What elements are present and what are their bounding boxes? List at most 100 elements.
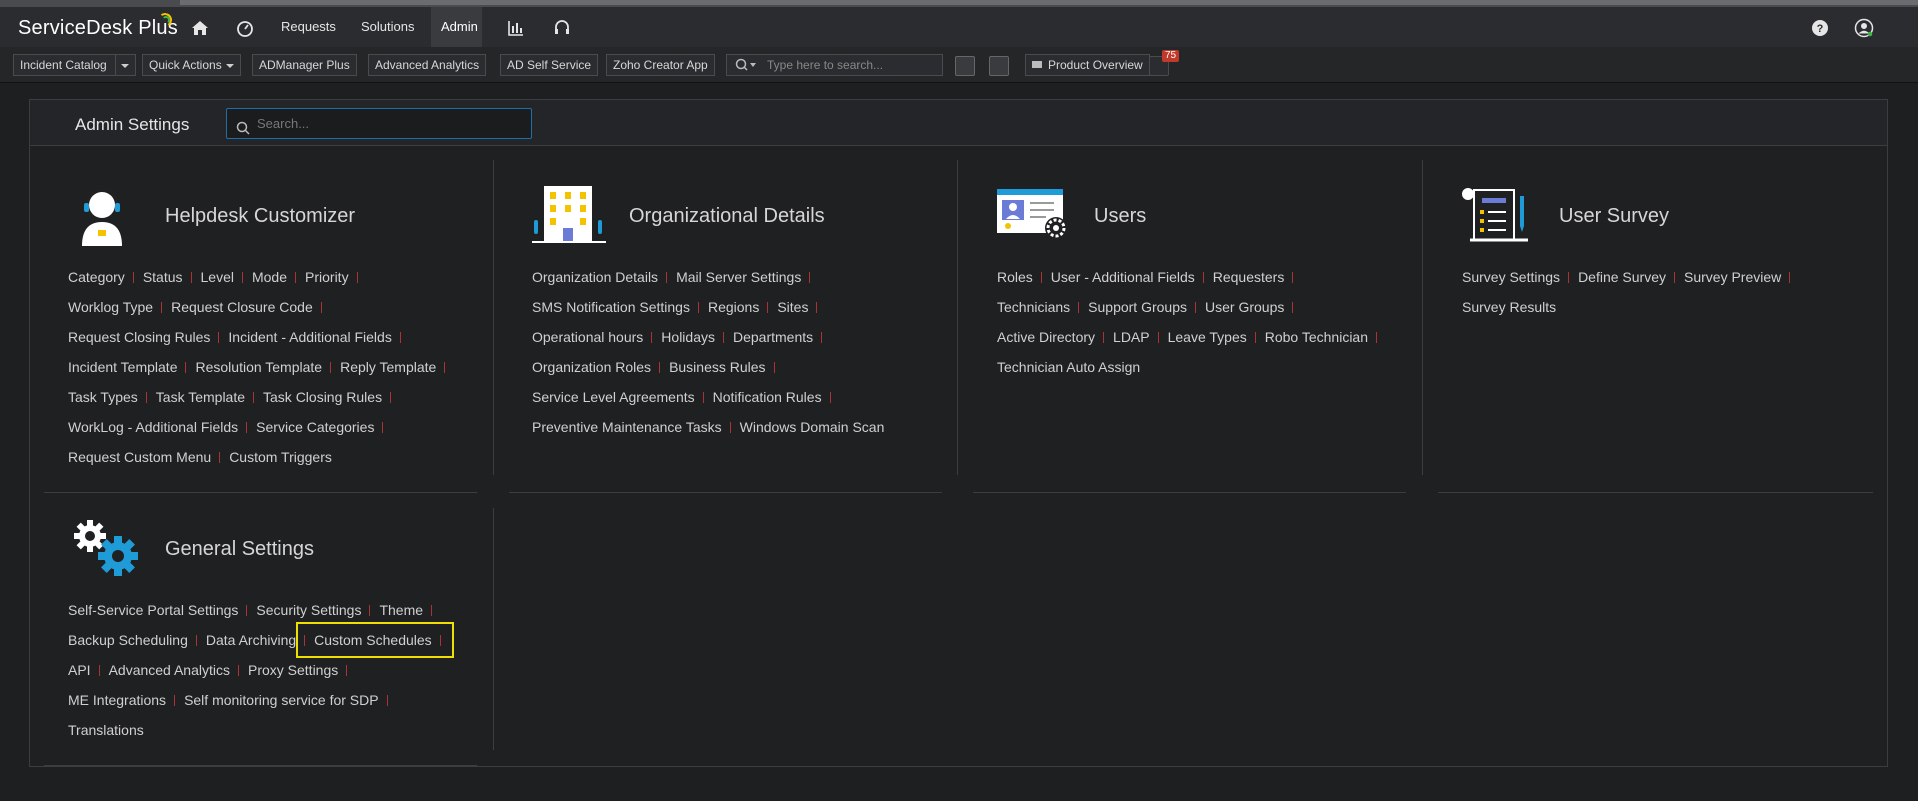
link-notification-rules[interactable]: Notification Rules	[713, 382, 822, 412]
link-regions[interactable]: Regions	[708, 292, 759, 322]
link-windows-domain-scan[interactable]: Windows Domain Scan	[740, 412, 885, 442]
global-search-input[interactable]: Type here to search...	[726, 54, 943, 76]
link-resolution-template[interactable]: Resolution Template	[195, 352, 322, 382]
link-task-closing-rules[interactable]: Task Closing Rules	[263, 382, 382, 412]
column-divider	[1422, 160, 1423, 475]
link-backup-scheduling[interactable]: Backup Scheduling	[68, 625, 188, 655]
link-active-directory[interactable]: Active Directory	[997, 322, 1095, 352]
link-priority[interactable]: Priority	[305, 262, 349, 292]
link-row: Category Status Level Mode Priority	[68, 262, 454, 292]
link-row: Operational hours Holidays Departments	[532, 322, 884, 352]
app-logo[interactable]: ServiceDesk Plus	[18, 17, 178, 40]
link-worklog-additional-fields[interactable]: WorkLog - Additional Fields	[68, 412, 238, 442]
link-sites[interactable]: Sites	[777, 292, 808, 322]
user-icon[interactable]	[1852, 16, 1876, 40]
link-technician-auto-assign[interactable]: Technician Auto Assign	[997, 352, 1140, 382]
link-separator	[218, 331, 220, 343]
link-custom-triggers[interactable]: Custom Triggers	[229, 442, 332, 472]
link-mail-server-settings[interactable]: Mail Server Settings	[676, 262, 801, 292]
speedometer-icon[interactable]	[233, 16, 257, 40]
link-operational-hours[interactable]: Operational hours	[532, 322, 643, 352]
link-advanced-analytics[interactable]: Advanced Analytics	[109, 655, 230, 685]
link-survey-settings[interactable]: Survey Settings	[1462, 262, 1560, 292]
link-preventive-maintenance-tasks[interactable]: Preventive Maintenance Tasks	[532, 412, 722, 442]
chevron-down-icon[interactable]	[114, 55, 135, 75]
link-security-settings[interactable]: Security Settings	[256, 595, 361, 625]
link-departments[interactable]: Departments	[733, 322, 813, 352]
link-self-service-portal-settings[interactable]: Self-Service Portal Settings	[68, 595, 238, 625]
link-requesters[interactable]: Requesters	[1213, 262, 1285, 292]
link-api[interactable]: API	[68, 655, 91, 685]
link-translations[interactable]: Translations	[68, 715, 144, 745]
link-ldap[interactable]: LDAP	[1113, 322, 1150, 352]
link-task-template[interactable]: Task Template	[156, 382, 245, 412]
link-incident-additional-fields[interactable]: Incident - Additional Fields	[228, 322, 391, 352]
link-worklog-type[interactable]: Worklog Type	[68, 292, 153, 322]
column-divider	[957, 160, 958, 475]
ad-self-service-button[interactable]: AD Self Service	[500, 54, 599, 76]
link-service-level-agreements[interactable]: Service Level Agreements	[532, 382, 695, 412]
helpdesk-links: Category Status Level Mode Priority Worklog …	[68, 262, 454, 472]
link-user-additional-fields[interactable]: User - Additional Fields	[1051, 262, 1195, 292]
product-overview-button[interactable]: Product Overview	[1025, 54, 1150, 76]
link-incident-template[interactable]: Incident Template	[68, 352, 177, 382]
link-support-groups[interactable]: Support Groups	[1088, 292, 1187, 322]
quick-toolbar: Incident Catalog Quick Actions ADManager…	[0, 47, 1918, 83]
zoho-creator-button[interactable]: Zoho Creator App	[606, 54, 715, 76]
quick-actions-button[interactable]: Quick Actions	[142, 54, 241, 76]
link-me-integrations[interactable]: ME Integrations	[68, 685, 166, 715]
admin-search-input[interactable]: Search...	[226, 108, 532, 139]
helpdesk-agent-icon	[74, 188, 130, 251]
row-divider	[973, 492, 1406, 493]
link-data-archiving[interactable]: Data Archiving	[206, 625, 296, 655]
link-survey-preview[interactable]: Survey Preview	[1684, 262, 1781, 292]
link-mode[interactable]: Mode	[252, 262, 287, 292]
link-business-rules[interactable]: Business Rules	[669, 352, 766, 382]
link-sms-notification-settings[interactable]: SMS Notification Settings	[532, 292, 690, 322]
link-request-closure-code[interactable]: Request Closure Code	[171, 292, 313, 322]
link-status[interactable]: Status	[143, 262, 183, 292]
link-row: Survey Results	[1462, 292, 1799, 322]
chevron-down-icon	[225, 63, 234, 68]
link-separator	[295, 271, 297, 283]
bar-chart-icon[interactable]	[504, 16, 528, 40]
help-icon[interactable]: ?	[1808, 16, 1832, 40]
link-define-survey[interactable]: Define Survey	[1578, 262, 1666, 292]
link-request-closing-rules[interactable]: Request Closing Rules	[68, 322, 210, 352]
link-organization-details[interactable]: Organization Details	[532, 262, 658, 292]
link-roles[interactable]: Roles	[997, 262, 1033, 292]
nav-solutions[interactable]: Solutions	[351, 7, 424, 47]
link-task-types[interactable]: Task Types	[68, 382, 138, 412]
link-reply-template[interactable]: Reply Template	[340, 352, 436, 382]
link-service-categories[interactable]: Service Categories	[256, 412, 374, 442]
admanager-button[interactable]: ADManager Plus	[252, 54, 357, 76]
link-survey-results[interactable]: Survey Results	[1462, 292, 1556, 322]
headset-icon[interactable]	[550, 16, 574, 40]
link-self-monitoring-service[interactable]: Self monitoring service for SDP	[184, 685, 379, 715]
nav-requests[interactable]: Requests	[271, 7, 346, 47]
link-theme[interactable]: Theme	[379, 595, 423, 625]
link-request-custom-menu[interactable]: Request Custom Menu	[68, 442, 211, 472]
link-level[interactable]: Level	[201, 262, 234, 292]
link-separator	[1292, 271, 1294, 283]
advanced-analytics-button[interactable]: Advanced Analytics	[368, 54, 487, 76]
bell-icon[interactable]	[989, 56, 1009, 76]
global-search-placeholder: Type here to search...	[767, 58, 884, 72]
history-icon[interactable]	[955, 56, 975, 76]
link-separator	[816, 301, 818, 313]
link-organization-roles[interactable]: Organization Roles	[532, 352, 651, 382]
incident-catalog-button[interactable]: Incident Catalog	[13, 54, 136, 76]
link-separator	[809, 271, 811, 283]
link-user-groups[interactable]: User Groups	[1205, 292, 1284, 322]
home-icon[interactable]	[188, 16, 212, 40]
link-separator	[1195, 301, 1196, 313]
search-icon[interactable]	[735, 58, 757, 78]
link-separator	[330, 361, 332, 373]
link-category[interactable]: Category	[68, 262, 125, 292]
link-proxy-settings[interactable]: Proxy Settings	[248, 655, 338, 685]
nav-admin[interactable]: Admin	[431, 7, 482, 47]
link-technicians[interactable]: Technicians	[997, 292, 1070, 322]
link-robo-technician[interactable]: Robo Technician	[1265, 322, 1368, 352]
link-holidays[interactable]: Holidays	[661, 322, 715, 352]
link-leave-types[interactable]: Leave Types	[1168, 322, 1247, 352]
